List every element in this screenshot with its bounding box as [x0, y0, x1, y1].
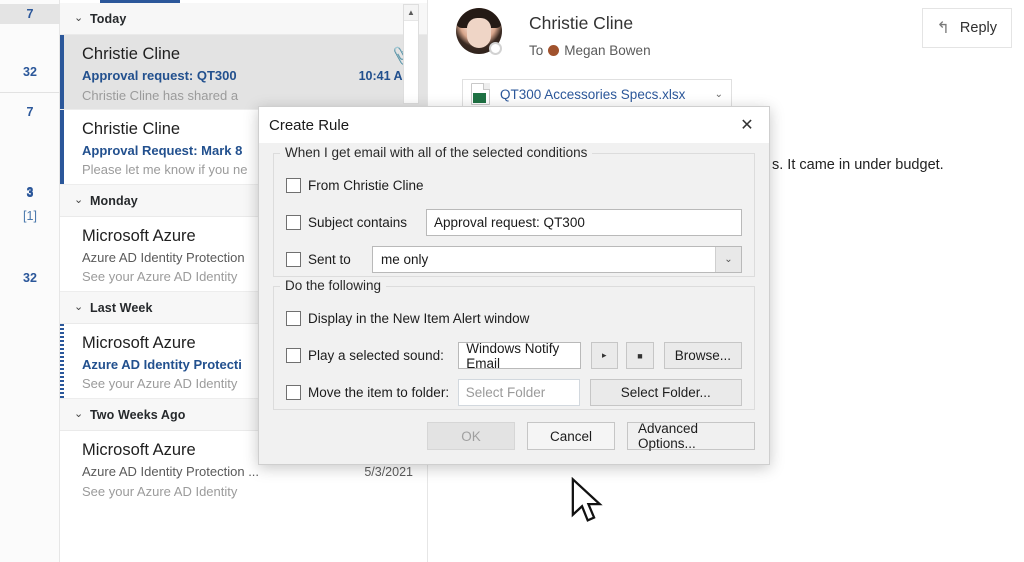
sentto-checkbox[interactable] [286, 252, 301, 267]
sound-label: Play a selected sound: [308, 348, 444, 363]
chevron-down-icon[interactable]: ⌄ [715, 247, 741, 272]
action-move-row[interactable]: Move the item to folder: Select Folder S… [286, 377, 742, 408]
action-sound-row[interactable]: Play a selected sound: Windows Notify Em… [286, 340, 742, 371]
condition-subject-row[interactable]: Subject contains Approval request: QT300 [286, 207, 742, 238]
message-subject: Azure AD Identity Protection [82, 250, 245, 265]
rail-count-label: 7 [26, 7, 34, 21]
message-time: 5/3/2021 [364, 465, 413, 479]
advanced-options-button[interactable]: Advanced Options... [627, 421, 755, 451]
message-subject: Azure AD Identity Protection ... [82, 464, 260, 479]
play-sound-button[interactable]: ▸ [590, 342, 619, 369]
alert-checkbox[interactable] [286, 311, 301, 326]
attachment-chip[interactable]: QT300 Accessories Specs.xlsx ⌄ [462, 79, 732, 109]
attachment-name[interactable]: QT300 Accessories Specs.xlsx [500, 87, 685, 102]
sentto-select[interactable]: me only ⌄ [372, 246, 742, 273]
message-subject: Approval request: QT300 [82, 68, 237, 83]
list-scrollbar[interactable]: ▲ [403, 4, 419, 104]
dialog-body: When I get email with all of the selecte… [259, 143, 769, 464]
chevron-down-icon: ⌄ [74, 408, 84, 420]
folder-rail: 7 32 7 3 3 [1] 32 [0, 0, 60, 562]
chevron-down-icon: ⌄ [74, 12, 84, 24]
subject-label: Subject contains [308, 215, 408, 230]
sound-input[interactable]: Windows Notify Email [458, 341, 581, 371]
stop-sound-button[interactable]: ■ [626, 342, 654, 369]
rail-divider [0, 92, 60, 93]
presence-indicator [489, 42, 502, 55]
sentto-label: Sent to [308, 252, 351, 267]
cancel-button[interactable]: Cancel [527, 422, 615, 450]
dialog-title: Create Rule [269, 116, 350, 134]
rail-count-2[interactable]: 7 [0, 102, 60, 122]
actions-group: Do the following Display in the New Item… [273, 278, 755, 410]
unread-accent-bar [60, 110, 64, 184]
chevron-down-icon[interactable]: ⌄ [715, 89, 723, 100]
chevron-down-icon: ⌄ [74, 194, 84, 206]
subject-input[interactable]: Approval request: QT300 [426, 209, 742, 236]
condition-from-row[interactable]: From Christie Cline [286, 170, 742, 201]
ok-button[interactable]: OK [427, 422, 515, 450]
condition-sentto-row[interactable]: Sent to me only ⌄ [286, 244, 742, 275]
conditions-legend: When I get email with all of the selecte… [280, 145, 593, 160]
browse-button[interactable]: Browse... [663, 342, 742, 369]
reply-button-label: Reply [959, 20, 997, 36]
body-fragment: s. It came in under budget. [772, 157, 944, 173]
rail-count-label: 7 [26, 105, 34, 119]
rail-count-1[interactable]: 32 [0, 62, 60, 82]
rail-count-3b[interactable]: 3 [0, 183, 60, 203]
select-folder-button[interactable]: Select Folder... [589, 379, 742, 406]
alert-label: Display in the New Item Alert window [308, 311, 530, 326]
rail-count-label: 32 [23, 271, 37, 285]
create-rule-dialog: Create Rule ✕ When I get email with all … [258, 106, 770, 465]
conditions-group: When I get email with all of the selecte… [273, 145, 755, 277]
group-header-today[interactable]: ⌄ Today [60, 3, 427, 35]
group-label: Last Week [90, 300, 153, 315]
group-label: Two Weeks Ago [90, 407, 186, 422]
recipient-avatar-dot [548, 45, 560, 56]
rail-count-label: 3 [26, 186, 34, 200]
sender-name: Christie Cline [529, 13, 634, 33]
sound-checkbox[interactable] [286, 348, 301, 363]
from-checkbox[interactable] [286, 178, 301, 193]
unread-accent-bar [60, 35, 64, 109]
reply-arrow-icon: ↰ [936, 20, 950, 37]
group-label: Monday [90, 193, 138, 208]
list-item[interactable]: Christie Cline Approval request: QT300 1… [60, 35, 427, 110]
subject-checkbox[interactable] [286, 215, 301, 230]
scrollbar-thumb[interactable] [404, 22, 418, 102]
avatar-face [467, 18, 491, 48]
group-label: Today [90, 11, 127, 26]
move-checkbox[interactable] [286, 385, 301, 400]
outlook-window: 7 32 7 3 3 [1] 32 ⌄ Today Christie Cline… [0, 0, 1024, 562]
recipient-name: Megan Bowen [564, 43, 651, 58]
message-subject: Azure AD Identity Protecti [82, 357, 242, 372]
message-sender: Christie Cline [82, 45, 181, 63]
unread-accent-bar [60, 324, 64, 398]
from-label: From Christie Cline [308, 178, 424, 193]
excel-file-icon [471, 83, 490, 105]
dialog-footer: OK Cancel Advanced Options... [273, 421, 755, 451]
reply-button[interactable]: ↰ Reply [921, 8, 1012, 48]
recipient-line: To Megan Bowen [529, 43, 651, 58]
dialog-titlebar: Create Rule [259, 107, 769, 143]
sentto-value: me only [381, 252, 429, 267]
move-folder-input[interactable]: Select Folder [457, 379, 580, 406]
rail-count-label: [1] [23, 209, 37, 223]
rail-count-4[interactable]: [1] [0, 206, 60, 226]
chevron-down-icon: ⌄ [74, 301, 84, 313]
action-alert-row[interactable]: Display in the New Item Alert window [286, 303, 742, 334]
message-subject: Approval Request: Mark 8 [82, 143, 243, 158]
actions-legend: Do the following [280, 278, 387, 293]
rail-count-label: 32 [23, 65, 37, 79]
close-icon[interactable]: ✕ [725, 107, 769, 143]
scroll-up-icon[interactable]: ▲ [404, 5, 418, 21]
to-label: To [529, 43, 544, 58]
move-label: Move the item to folder: [308, 385, 450, 400]
message-preview: See your Azure AD Identity [82, 484, 238, 499]
rail-count-0[interactable]: 7 [0, 4, 60, 24]
rail-count-5[interactable]: 32 [0, 268, 60, 288]
message-preview: Christie Cline has shared a [82, 88, 239, 103]
